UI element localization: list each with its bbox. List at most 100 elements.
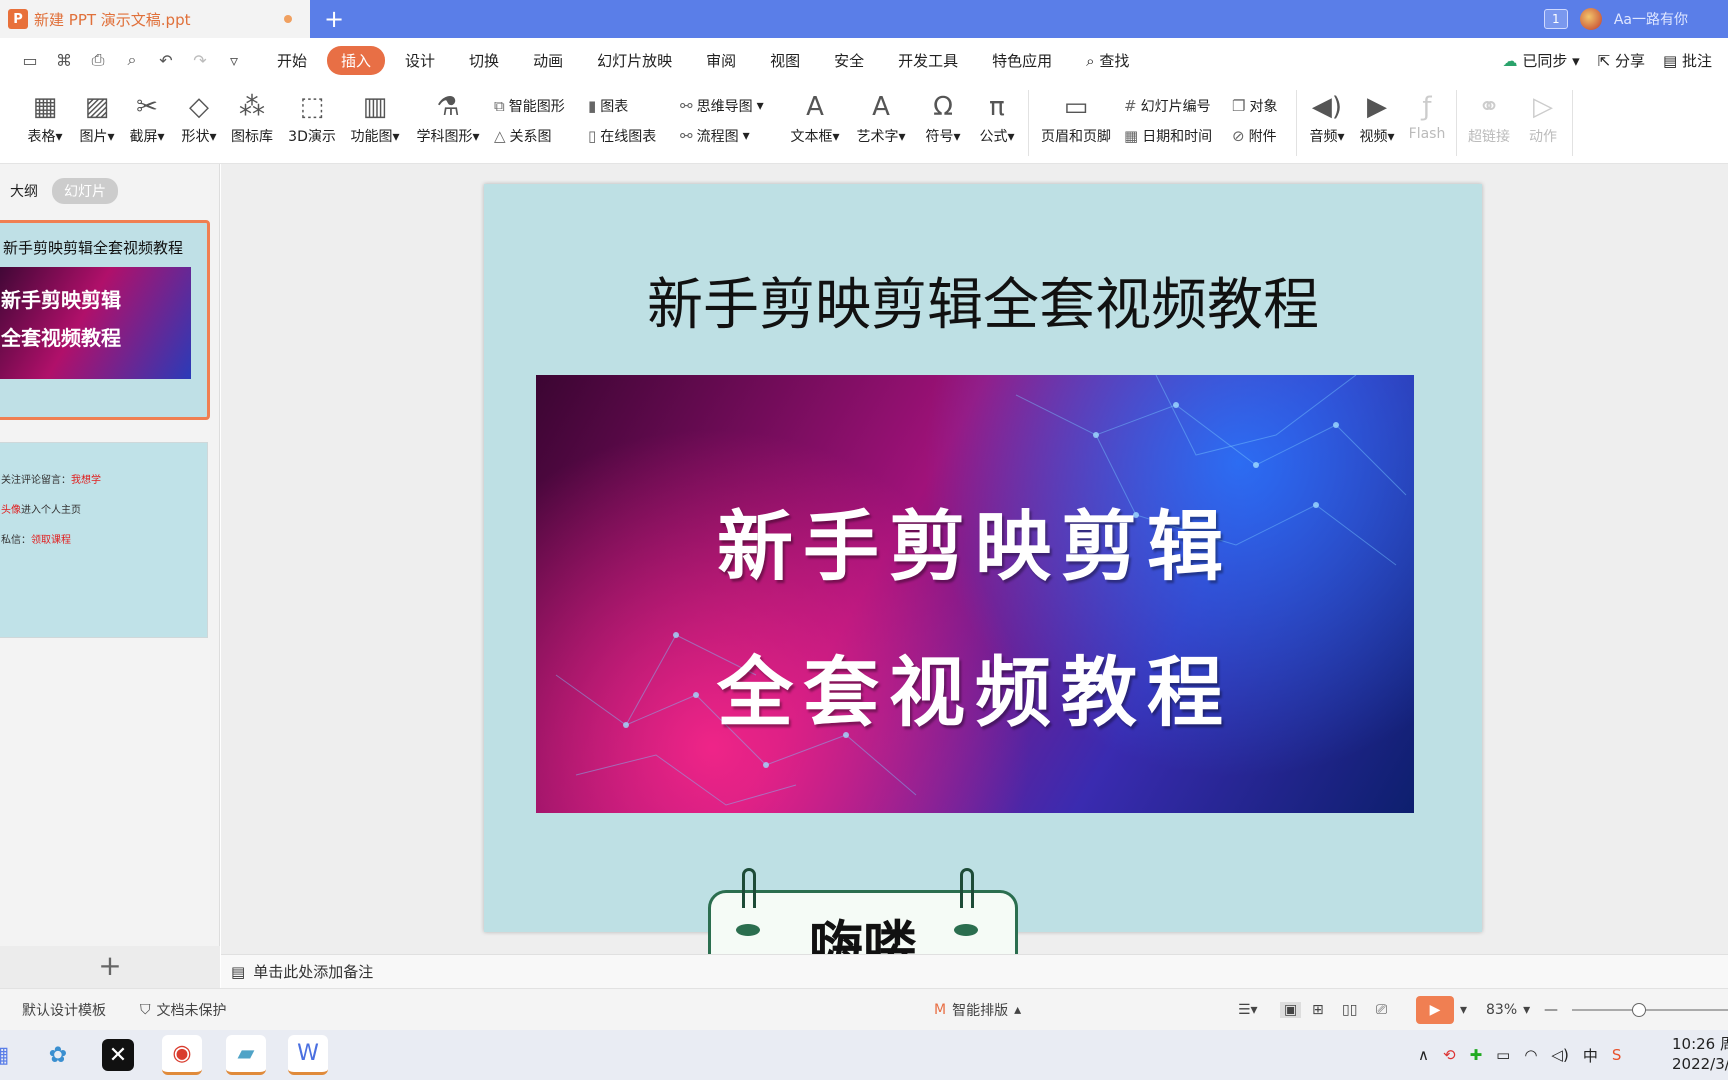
notes-icon: ▤ [231, 962, 246, 981]
zoom-slider-knob[interactable] [1632, 1003, 1646, 1017]
relation-chart-button[interactable]: △ 关系图 [494, 126, 552, 146]
menu-search[interactable]: ⌕ 查找 [1072, 46, 1143, 75]
wordart-button[interactable]: A 艺术字▾ [852, 92, 910, 146]
attachment-label: 附件 [1248, 129, 1277, 145]
ime-icon[interactable]: 中 [1583, 1045, 1598, 1066]
notes-pane[interactable]: ▤ 单击此处添加备注 [221, 954, 1728, 988]
datetime-button[interactable]: ▦ 日期和时间 [1124, 126, 1212, 146]
slide-banner-image[interactable]: 新手剪映剪辑 全套视频教程 [536, 375, 1414, 813]
protection-status[interactable]: ⛉ 文档未保护 [140, 989, 227, 1031]
taskbar-wps-icon[interactable]: W [288, 1035, 328, 1075]
slide-number-button[interactable]: # 幻灯片编号 [1124, 96, 1211, 116]
attachment-button[interactable]: ⊘ 附件 [1232, 126, 1277, 146]
save-icon[interactable]: ▭ [20, 51, 40, 70]
user-name[interactable]: Aa一路有你 [1614, 9, 1688, 29]
menu-developer[interactable]: 开发工具 [884, 46, 972, 75]
tray-expand-icon[interactable]: ∧ [1418, 1046, 1429, 1064]
tray-app-icon[interactable]: ⟲ [1443, 1046, 1456, 1064]
tray-security-icon[interactable]: ✚ [1470, 1046, 1483, 1064]
menu-view[interactable]: 视图 [756, 46, 814, 75]
customize-chevron-icon[interactable]: ▿ [224, 51, 244, 70]
mindmap-button[interactable]: ⚯ 思维导图 ▾ [680, 96, 764, 116]
menu-transition[interactable]: 切换 [455, 46, 513, 75]
textbox-button[interactable]: A 文本框▾ [786, 92, 844, 146]
outline-view-button[interactable]: ☰▾ [1238, 989, 1258, 1031]
undo-icon[interactable]: ↶ [156, 51, 176, 70]
user-avatar[interactable] [1579, 8, 1602, 30]
taskbar-app-bird-icon[interactable]: ✿ [38, 1035, 78, 1075]
sorter-view-button[interactable]: ⊞ [1312, 989, 1324, 1031]
taskbar-chrome-icon[interactable]: ◉ [162, 1035, 202, 1075]
add-slide-button[interactable]: + [0, 946, 220, 988]
action-play-icon: ▷ [1533, 92, 1553, 122]
grid-icon: ⊞ [1312, 1002, 1324, 1018]
taskbar-notepad-icon[interactable]: ▰ [226, 1035, 266, 1075]
taskbar-clock[interactable]: 10:26 周 2022/3/ [1672, 1034, 1728, 1074]
online-chart-button[interactable]: ▯ 在线图表 [588, 126, 656, 146]
taskbar-capcut-icon[interactable]: ✕ [102, 1039, 134, 1071]
smartart-button[interactable]: ⧉ 智能图形 [494, 96, 565, 116]
slide-panel: 大纲 幻灯片 新手剪映剪辑全套视频教程 新手剪映剪辑 全套视频教程 关注评论留言… [0, 164, 220, 988]
zoom-out-button[interactable]: — [1544, 989, 1558, 1031]
tab-outline[interactable]: 大纲 [10, 181, 38, 201]
table-button[interactable]: ▦ 表格▾ [22, 92, 68, 146]
taskbar: ▦ ✿ ✕ ◉ ▰ W ∧ ⟲ ✚ ▭ ◠ ◁) 中 S 10:26 周 202… [0, 1030, 1728, 1080]
sogou-icon[interactable]: S [1612, 1046, 1622, 1064]
camera-view-button[interactable]: ⎚ [1376, 989, 1387, 1031]
sync-button[interactable]: ☁ 已同步 ▾ [1503, 50, 1580, 71]
picture-button[interactable]: ▨ 图片▾ [74, 92, 120, 146]
play-slideshow-button[interactable]: ▶ ▾ [1416, 989, 1467, 1031]
battery-icon[interactable]: ▭ [1496, 1046, 1510, 1064]
new-tab-button[interactable]: + [324, 6, 344, 32]
tab-slides[interactable]: 幻灯片 [52, 178, 118, 204]
menu-review[interactable]: 审阅 [692, 46, 750, 75]
menu-design[interactable]: 设计 [391, 46, 449, 75]
document-tab[interactable]: P 新建 PPT 演示文稿.ppt [0, 0, 310, 38]
reading-view-button[interactable]: ▯▯ [1342, 989, 1357, 1031]
cloud-sync-icon: ☁ [1502, 51, 1518, 70]
print-preview-icon[interactable]: ⌕ [122, 50, 142, 70]
audio-button[interactable]: ◀) 音频▾ [1304, 92, 1350, 146]
formula-button[interactable]: π 公式▾ [972, 92, 1022, 146]
comment-button[interactable]: ▤ 批注 [1663, 50, 1712, 71]
taskbar-app-edge[interactable]: ▦ [0, 1035, 12, 1075]
shape-button[interactable]: ◇ 形状▾ [176, 92, 222, 146]
menu-animation[interactable]: 动画 [519, 46, 577, 75]
smart-layout-button[interactable]: M 智能排版 ▴ [934, 989, 1021, 1031]
print-icon[interactable]: ⎙ [88, 50, 108, 70]
3d-button[interactable]: ⬚ 3D演示 [284, 92, 340, 146]
menu-insert[interactable]: 插入 [327, 45, 386, 75]
function-chart-button[interactable]: ▥ 功能图▾ [346, 92, 404, 146]
screenshot-button[interactable]: ✂ 截屏▾ [124, 92, 170, 146]
menu-security[interactable]: 安全 [820, 46, 878, 75]
object-button[interactable]: ❐ 对象 [1232, 96, 1277, 116]
action-button[interactable]: ▷ 动作 [1520, 92, 1566, 146]
design-template[interactable]: 默认设计模板 [22, 989, 106, 1031]
zoom-slider[interactable] [1572, 1003, 1728, 1017]
flash-button[interactable]: ƒ Flash [1404, 92, 1450, 142]
menu-home[interactable]: 开始 [263, 46, 321, 75]
current-slide[interactable]: 新手剪映剪辑全套视频教程 新手剪映剪辑 全套视频教程 [484, 184, 1482, 932]
slide-title[interactable]: 新手剪映剪辑全套视频教程 [484, 260, 1482, 341]
normal-view-button[interactable]: ▣ [1280, 989, 1302, 1031]
slide-thumbnail-1[interactable]: 新手剪映剪辑全套视频教程 新手剪映剪辑 全套视频教程 [0, 220, 210, 420]
volume-icon[interactable]: ◁) [1551, 1046, 1568, 1064]
menu-features[interactable]: 特色应用 [978, 46, 1066, 75]
subject-shape-button[interactable]: ⚗ 学科图形▾ [412, 92, 484, 146]
menu-slideshow[interactable]: 幻灯片放映 [583, 46, 686, 75]
redo-icon[interactable]: ↷ [190, 51, 210, 70]
shape-label: 形状 [181, 129, 210, 145]
flowchart-button[interactable]: ⚯ 流程图 ▾ [680, 126, 750, 146]
cut-icon[interactable]: ⌘ [54, 51, 74, 70]
chart-button[interactable]: ▮ 图表 [588, 96, 628, 116]
symbol-button[interactable]: Ω 符号▾ [918, 92, 968, 146]
wifi-icon[interactable]: ◠ [1524, 1046, 1537, 1064]
hyperlink-button[interactable]: ⚭ 超链接 [1462, 92, 1516, 146]
share-button[interactable]: ⇱ 分享 [1598, 50, 1645, 71]
zoom-level[interactable]: 83% ▾ [1486, 989, 1530, 1031]
icon-library-button[interactable]: ⁂ 图标库 [228, 92, 276, 146]
video-button[interactable]: ▶ 视频▾ [1354, 92, 1400, 146]
slide-thumbnail-2[interactable]: 关注评论留言：我想学 头像进入个人主页 私信：领取课程 [0, 442, 208, 638]
window-count-badge[interactable]: 1 [1543, 9, 1568, 29]
header-footer-button[interactable]: ▭ 页眉和页脚 [1036, 92, 1116, 146]
